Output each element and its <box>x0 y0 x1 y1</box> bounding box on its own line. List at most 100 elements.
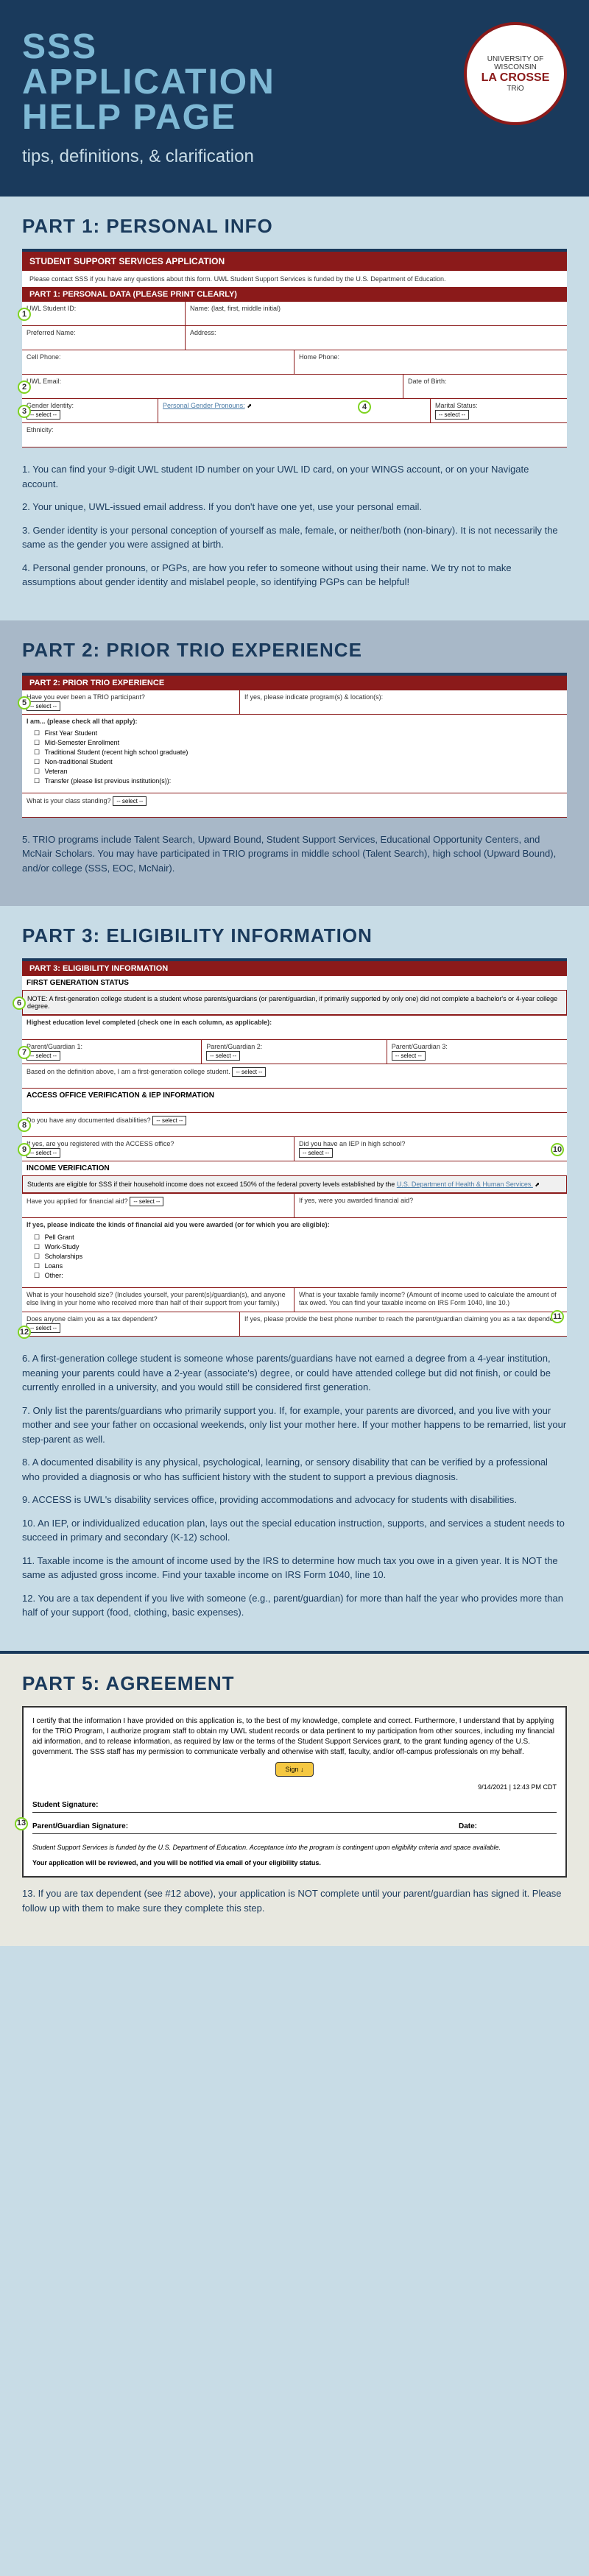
form-header: STUDENT SUPPORT SERVICES APPLICATION <box>22 252 567 271</box>
check-veteran[interactable]: Veteran <box>34 768 555 776</box>
part2-title: PART 2: PRIOR TRIO EXPERIENCE <box>0 620 589 673</box>
marker-7: 7 <box>18 1046 31 1059</box>
check-loans[interactable]: Loans <box>34 1262 555 1270</box>
firstgen-header: FIRST GENERATION STATUS <box>22 976 567 990</box>
marker-11: 11 <box>551 1310 564 1323</box>
documented-label: Do you have any documented disabilities? <box>27 1117 151 1124</box>
dob-label: Date of Birth: <box>408 378 447 385</box>
pg3-label: Parent/Guardian 3: <box>392 1043 448 1050</box>
tip-5: 5. TRIO programs include Talent Search, … <box>22 832 567 876</box>
check-first-year[interactable]: First Year Student <box>34 729 555 737</box>
uwl-trio-logo: UNIVERSITY OF WISCONSIN LA CROSSE TRiO <box>464 22 567 125</box>
applied-aid-select[interactable]: -- select -- <box>130 1197 163 1206</box>
programs-label: If yes, please indicate program(s) & loc… <box>244 693 383 701</box>
part1-title: PART 1: PERSONAL INFO <box>0 197 589 249</box>
marker-12: 12 <box>18 1326 31 1339</box>
part1-form: STUDENT SUPPORT SERVICES APPLICATION Ple… <box>22 249 567 447</box>
marker-13: 13 <box>15 1817 28 1830</box>
tip-13: 13. If you are tax dependent (see #12 ab… <box>22 1886 567 1915</box>
highest-ed-label: Highest education level completed (check… <box>27 1019 272 1026</box>
cell-label: Cell Phone: <box>27 353 61 361</box>
check-mid-semester[interactable]: Mid-Semester Enrollment <box>34 739 555 747</box>
aid-kinds-label: If yes, please indicate the kinds of fin… <box>27 1221 330 1228</box>
access-header: ACCESS OFFICE VERIFICATION & IEP INFORMA… <box>22 1089 567 1112</box>
documented-select[interactable]: -- select -- <box>152 1116 186 1125</box>
firstgen-select[interactable]: -- select -- <box>232 1067 266 1077</box>
pg1-label: Parent/Guardian 1: <box>27 1043 82 1050</box>
tip-3: 3. Gender identity is your personal conc… <box>22 523 567 552</box>
email-label: UWL Email: <box>27 378 61 385</box>
marker-6: 6 <box>13 997 26 1010</box>
tip-7: 7. Only list the parents/guardians who p… <box>22 1404 567 1447</box>
income-note: Students are eligible for SSS if their h… <box>27 1181 397 1188</box>
participant-select[interactable]: -- select -- <box>27 701 60 711</box>
pg3-select[interactable]: -- select -- <box>392 1051 426 1061</box>
form-note: Please contact SSS if you have any quest… <box>22 271 567 287</box>
marital-label: Marital Status: <box>435 402 478 409</box>
tip-1: 1. You can find your 9-digit UWL student… <box>22 462 567 491</box>
date-label: Date: <box>459 1822 477 1832</box>
marital-select[interactable]: -- select -- <box>435 410 469 420</box>
pronouns-label[interactable]: Personal Gender Pronouns: <box>163 402 245 409</box>
registered-select[interactable]: -- select -- <box>27 1148 60 1158</box>
parent-sig-label: Parent/Guardian Signature: <box>32 1822 128 1832</box>
marker-9: 9 <box>18 1143 31 1156</box>
tip-4: 4. Personal gender pronouns, or PGPs, ar… <box>22 561 567 590</box>
tax-dependent-select[interactable]: -- select -- <box>27 1323 60 1333</box>
funding-note: Student Support Services is funded by th… <box>32 1843 557 1853</box>
check-pell[interactable]: Pell Grant <box>34 1234 555 1242</box>
check-nontraditional[interactable]: Non-traditional Student <box>34 758 555 766</box>
tip-2: 2. Your unique, UWL-issued email address… <box>22 500 567 514</box>
signature-box: I certify that the information I have pr… <box>22 1706 567 1878</box>
marker-10: 10 <box>551 1143 564 1156</box>
external-link-icon: ⬈ <box>535 1181 540 1188</box>
household-size-label: What is your household size? (Includes y… <box>27 1291 286 1306</box>
check-traditional[interactable]: Traditional Student (recent high school … <box>34 749 555 757</box>
pg1-select[interactable]: -- select -- <box>27 1051 60 1061</box>
tip-10: 10. An IEP, or individualized education … <box>22 1516 567 1545</box>
participant-label: Have you ever been a TRIO participant? <box>27 693 145 701</box>
gender-label: Gender Identity: <box>27 402 74 409</box>
page-subtitle: tips, definitions, & clarification <box>22 146 567 167</box>
part3-form: PART 3: ELIGIBILITY INFORMATION FIRST GE… <box>22 958 567 1337</box>
tax-dependent-label: Does anyone claim you as a tax dependent… <box>27 1315 158 1323</box>
part2-form: PART 2: PRIOR TRIO EXPERIENCE 5Have you … <box>22 673 567 818</box>
page-header: SSS APPLICATION HELP PAGE tips, definiti… <box>0 0 589 197</box>
part2-section-header: PART 2: PRIOR TRIO EXPERIENCE <box>22 676 567 690</box>
part5-title: PART 5: AGREEMENT <box>0 1654 589 1706</box>
hhs-link[interactable]: U.S. Department of Health & Human Servic… <box>397 1181 533 1188</box>
standing-select[interactable]: -- select -- <box>113 796 147 806</box>
check-transfer[interactable]: Transfer (please list previous instituti… <box>34 777 555 785</box>
check-all-label: I am... (please check all that apply): <box>27 718 562 725</box>
marker-2: 2 <box>18 381 31 394</box>
tip-8: 8. A documented disability is any physic… <box>22 1455 567 1484</box>
timestamp: 9/14/2021 | 12:43 PM CDT <box>32 1783 557 1792</box>
marker-1: 1 <box>18 308 31 321</box>
external-link-icon: ⬈ <box>247 403 252 409</box>
applied-aid-label: Have you applied for financial aid? <box>27 1197 128 1205</box>
pg2-label: Parent/Guardian 2: <box>206 1043 262 1050</box>
tip-11: 11. Taxable income is the amount of inco… <box>22 1554 567 1582</box>
gender-select[interactable]: -- select -- <box>27 410 60 420</box>
ethnicity-label: Ethnicity: <box>27 426 54 434</box>
firstgen-note: NOTE: A first-generation college student… <box>27 995 557 1010</box>
registered-label: If yes, are you registered with the ACCE… <box>27 1140 174 1147</box>
check-scholarships[interactable]: Scholarships <box>34 1253 555 1261</box>
check-workstudy[interactable]: Work-Study <box>34 1243 555 1251</box>
part3-section-header: PART 3: ELIGIBILITY INFORMATION <box>22 961 567 976</box>
sign-button[interactable]: Sign ↓ <box>275 1762 313 1777</box>
tip-12: 12. You are a tax dependent if you live … <box>22 1591 567 1620</box>
iep-select[interactable]: -- select -- <box>299 1148 333 1158</box>
iep-label: Did you have an IEP in high school? <box>299 1140 405 1147</box>
best-phone-label: If yes, please provide the best phone nu… <box>244 1315 561 1323</box>
name-label: Name: (last, first, middle initial) <box>190 305 281 312</box>
tip-6: 6. A first-generation college student is… <box>22 1351 567 1395</box>
preferred-name-label: Preferred Name: <box>27 329 76 336</box>
marker-4: 4 <box>358 400 371 414</box>
marker-3: 3 <box>18 405 31 418</box>
pg2-select[interactable]: -- select -- <box>206 1051 240 1061</box>
check-other[interactable]: Other: <box>34 1272 555 1280</box>
tip-9: 9. ACCESS is UWL's disability services o… <box>22 1493 567 1507</box>
student-sig-label: Student Signature: <box>32 1800 98 1811</box>
marker-5: 5 <box>18 696 31 710</box>
